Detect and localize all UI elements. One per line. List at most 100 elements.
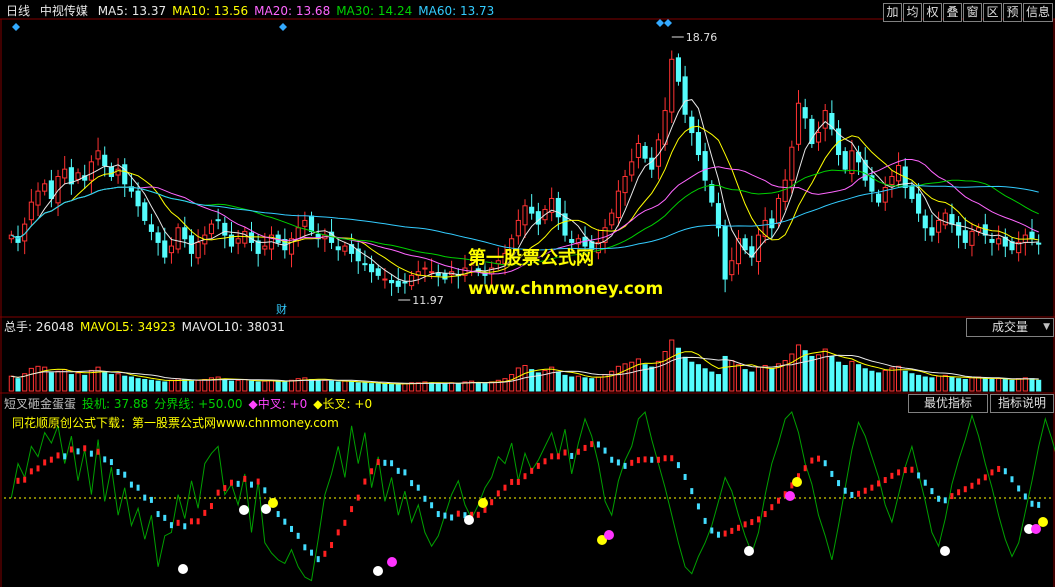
candle-body: [435, 272, 441, 276]
candle-body: [815, 132, 822, 143]
volume-bar: [382, 383, 388, 392]
volume-bar: [348, 381, 355, 392]
volume-bar: [68, 374, 74, 392]
toolbar-button-4[interactable]: 窗: [963, 3, 982, 22]
volume-bar: [562, 374, 568, 392]
toolbar-button-1[interactable]: 均: [903, 3, 922, 22]
trend-segment: [963, 486, 967, 493]
candle-body: [102, 154, 108, 167]
trend-segment: [550, 453, 554, 460]
volume-bar: [142, 378, 148, 392]
volume-bar: [662, 351, 668, 392]
candle-body: [115, 168, 121, 176]
volume-bar: [248, 380, 255, 392]
trend-segment: [443, 512, 447, 519]
candle-body: [996, 238, 1002, 245]
volume-bar: [115, 373, 121, 392]
trend-segment: [196, 518, 200, 525]
trend-segment: [76, 448, 80, 455]
volume-bar: [48, 372, 54, 392]
volume-bar: [315, 379, 321, 392]
trend-segment: [596, 441, 600, 448]
candle-body: [769, 218, 775, 229]
volume-bar: [1016, 378, 1022, 392]
ma-value-1: MA10: 13.56: [172, 4, 249, 18]
candle-body: [956, 222, 962, 236]
candle-body: [729, 260, 735, 276]
ma-value-3: MA30: 14.24: [336, 4, 413, 18]
volume-bar: [755, 366, 762, 392]
volume-bar: [822, 348, 828, 392]
volume-bar: [148, 379, 154, 392]
trend-segment: [1023, 493, 1027, 500]
trend-segment: [890, 472, 894, 479]
candle-body: [368, 263, 375, 273]
volume-bar: [615, 365, 621, 392]
trend-segment: [109, 459, 113, 466]
trend-segment: [256, 478, 260, 485]
volume-bar: [569, 376, 575, 392]
financial-report-marker: 财: [276, 302, 287, 316]
ma-value-0: MA5: 13.37: [97, 4, 167, 18]
volume-bar: [88, 369, 94, 392]
trend-segment: [743, 521, 747, 528]
candle-body: [222, 222, 228, 236]
trend-segment: [823, 460, 827, 467]
volume-indicator-selector[interactable]: 成交量 ▼: [966, 318, 1054, 337]
trend-segment: [710, 527, 714, 534]
volume-bar: [942, 374, 948, 392]
watermark-title: 第一股票公式网: [468, 248, 594, 269]
candle-body: [702, 151, 708, 181]
trend-segment: [903, 467, 907, 474]
candle-body: [889, 175, 895, 186]
candle-body: [389, 280, 395, 284]
volume-bar: [976, 376, 982, 392]
candle-body: [629, 161, 635, 176]
best-indicator-button[interactable]: 最优指标: [908, 394, 988, 413]
trend-segment: [16, 477, 20, 484]
toolbar-button-7[interactable]: 信息: [1023, 3, 1053, 22]
candle-body: [695, 132, 702, 156]
trend-segment: [49, 456, 53, 463]
volume-bar: [455, 383, 461, 392]
candle-body: [88, 161, 94, 181]
volume-bar: [102, 371, 108, 392]
volume-bar: [222, 378, 228, 392]
volume-bar: [509, 374, 515, 392]
volume-bar: [35, 365, 41, 392]
volume-bar: [235, 379, 241, 392]
toolbar-button-2[interactable]: 权: [923, 3, 942, 22]
toolbar-button-3[interactable]: 叠: [943, 3, 962, 22]
volume-bar: [168, 379, 175, 392]
volume-bar: [155, 380, 161, 392]
volume-bar: [695, 364, 702, 392]
trend-segment: [303, 544, 307, 551]
main-chart-header: 日线 中视传媒 MA5: 13.37 MA10: 13.56 MA20: 13.68…: [6, 3, 506, 19]
toolbar-button-5[interactable]: 区: [983, 3, 1002, 22]
period-label[interactable]: 日线: [6, 4, 30, 18]
candle-body: [875, 193, 882, 203]
volume-bar: [715, 374, 722, 392]
candle-body: [175, 227, 181, 250]
indicator-explain-button[interactable]: 指标说明: [990, 394, 1054, 413]
candle-body: [882, 186, 888, 203]
candle-body: [135, 190, 141, 207]
candle-body: [162, 240, 168, 258]
trend-segment: [456, 510, 460, 517]
trend-segment: [870, 484, 874, 491]
trend-segment: [323, 550, 327, 557]
toolbar-button-0[interactable]: 加: [883, 3, 902, 22]
candle-body: [148, 224, 154, 232]
trend-segment: [510, 478, 514, 485]
volume-bar: [922, 376, 928, 392]
trend-segment: [690, 488, 694, 495]
volume-bar: [815, 354, 822, 392]
toolbar-button-6[interactable]: 预: [1003, 3, 1022, 22]
volume-bar: [996, 378, 1002, 392]
trend-segment: [1003, 468, 1007, 475]
trend-segment: [356, 494, 360, 501]
volume-value-0: 总手: 26048: [4, 320, 75, 334]
trend-segment: [663, 455, 667, 462]
candle-body: [375, 268, 381, 276]
volume-bar: [642, 364, 648, 392]
